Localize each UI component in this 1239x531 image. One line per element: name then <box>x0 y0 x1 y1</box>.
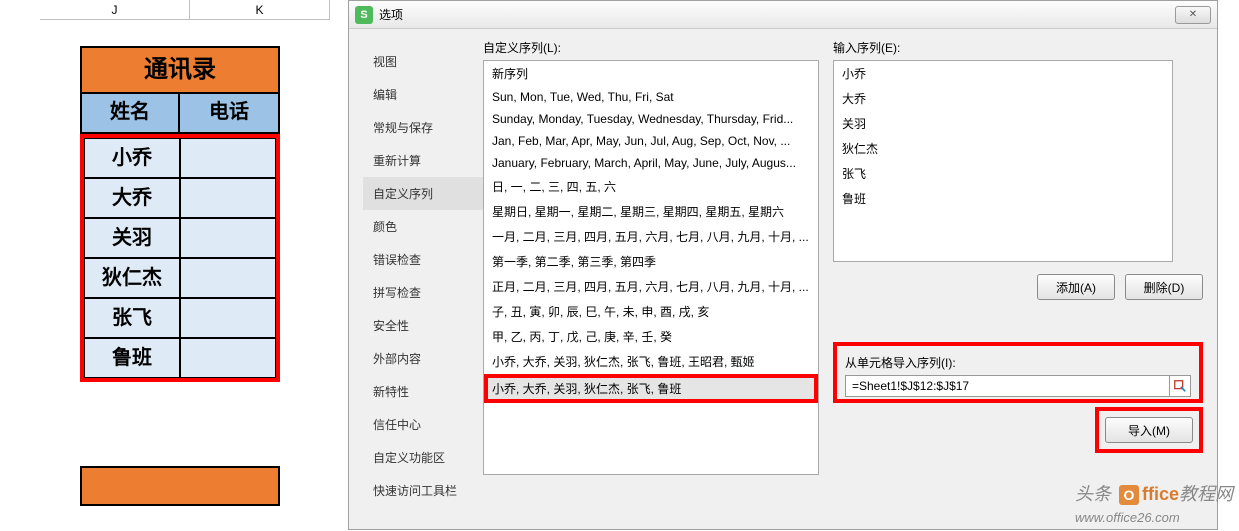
seq-item[interactable]: 大乔 <box>834 86 1172 111</box>
import-range-input[interactable] <box>845 375 1170 397</box>
phone-cell[interactable] <box>180 258 276 298</box>
phone-cell[interactable] <box>180 138 276 178</box>
import-label: 从单元格导入序列(I): <box>845 354 1191 371</box>
list-item[interactable]: January, February, March, April, May, Ju… <box>484 152 818 174</box>
list-item[interactable]: 正月, 二月, 三月, 四月, 五月, 六月, 七月, 八月, 九月, 十月, … <box>484 274 818 299</box>
header-phone[interactable]: 电话 <box>180 94 280 134</box>
input-sequence-box[interactable]: 小乔 大乔 关羽 狄仁杰 张飞 鲁班 <box>833 60 1173 262</box>
options-nav: 视图 编辑 常规与保存 重新计算 自定义序列 颜色 错误检查 拼写检查 安全性 … <box>363 39 483 519</box>
app-icon: S <box>355 6 373 24</box>
name-cell[interactable]: 大乔 <box>84 178 180 218</box>
watermark: 头条 Office教程网 www.office26.com <box>1075 480 1233 527</box>
column-headers: J K <box>40 0 330 20</box>
range-picker-icon[interactable] <box>1169 375 1191 397</box>
close-button[interactable]: ✕ <box>1175 6 1211 24</box>
list-item[interactable]: 子, 丑, 寅, 卯, 辰, 巳, 午, 未, 申, 酉, 戌, 亥 <box>484 299 818 324</box>
phone-cell[interactable] <box>180 178 276 218</box>
list-item[interactable]: 小乔, 大乔, 关羽, 狄仁杰, 张飞, 鲁班, 王昭君, 甄姬 <box>484 349 818 374</box>
list-item[interactable]: 甲, 乙, 丙, 丁, 戊, 己, 庚, 辛, 壬, 癸 <box>484 324 818 349</box>
list-item[interactable]: Sun, Mon, Tue, Wed, Thu, Fri, Sat <box>484 86 818 108</box>
list-item[interactable]: 新序列 <box>484 61 818 86</box>
phone-cell[interactable] <box>180 218 276 258</box>
table-fragment[interactable] <box>80 466 280 506</box>
name-cell[interactable]: 鲁班 <box>84 338 180 378</box>
import-button[interactable]: 导入(M) <box>1105 417 1193 443</box>
nav-recalc[interactable]: 重新计算 <box>363 144 483 177</box>
list-item[interactable]: Jan, Feb, Mar, Apr, May, Jun, Jul, Aug, … <box>484 130 818 152</box>
nav-edit[interactable]: 编辑 <box>363 78 483 111</box>
nav-external[interactable]: 外部内容 <box>363 342 483 375</box>
seq-item[interactable]: 鲁班 <box>834 186 1172 211</box>
name-cell[interactable]: 小乔 <box>84 138 180 178</box>
list-item[interactable]: 星期日, 星期一, 星期二, 星期三, 星期四, 星期五, 星期六 <box>484 199 818 224</box>
seq-item[interactable]: 关羽 <box>834 111 1172 136</box>
seq-item[interactable]: 狄仁杰 <box>834 136 1172 161</box>
nav-trust-center[interactable]: 信任中心 <box>363 408 483 441</box>
contacts-table: 通讯录 姓名 电话 小乔 大乔 关羽 狄仁杰 张飞 鲁班 <box>80 46 280 382</box>
name-cell[interactable]: 狄仁杰 <box>84 258 180 298</box>
name-cell[interactable]: 关羽 <box>84 218 180 258</box>
nav-view[interactable]: 视图 <box>363 45 483 78</box>
col-header-j[interactable]: J <box>40 0 190 20</box>
delete-button[interactable]: 删除(D) <box>1125 274 1203 300</box>
phone-cell[interactable] <box>180 298 276 338</box>
seq-item[interactable]: 张飞 <box>834 161 1172 186</box>
logo-icon: O <box>1119 485 1139 505</box>
col-header-k[interactable]: K <box>190 0 330 20</box>
list-item[interactable]: 日, 一, 二, 三, 四, 五, 六 <box>484 174 818 199</box>
table-body-selection: 小乔 大乔 关羽 狄仁杰 张飞 鲁班 <box>80 134 280 382</box>
options-dialog: S 选项 ✕ 视图 编辑 常规与保存 重新计算 自定义序列 颜色 错误检查 拼写… <box>348 0 1218 530</box>
nav-custom-list[interactable]: 自定义序列 <box>363 177 483 210</box>
nav-error-check[interactable]: 错误检查 <box>363 243 483 276</box>
list-item-selected[interactable]: 小乔, 大乔, 关羽, 狄仁杰, 张飞, 鲁班 <box>484 374 818 403</box>
header-name[interactable]: 姓名 <box>80 94 180 134</box>
nav-security[interactable]: 安全性 <box>363 309 483 342</box>
seq-item[interactable]: 小乔 <box>834 61 1172 86</box>
nav-spell-check[interactable]: 拼写检查 <box>363 276 483 309</box>
custom-list-label: 自定义序列(L): <box>483 39 819 56</box>
nav-new-feature[interactable]: 新特性 <box>363 375 483 408</box>
list-item[interactable]: Sunday, Monday, Tuesday, Wednesday, Thur… <box>484 108 818 130</box>
table-title[interactable]: 通讯录 <box>80 46 280 94</box>
nav-color[interactable]: 颜色 <box>363 210 483 243</box>
name-cell[interactable]: 张飞 <box>84 298 180 338</box>
dialog-title-text: 选项 <box>379 6 403 23</box>
nav-custom-func[interactable]: 自定义功能区 <box>363 441 483 474</box>
dialog-titlebar[interactable]: S 选项 ✕ <box>349 1 1217 29</box>
import-button-highlight: 导入(M) <box>1095 407 1203 453</box>
phone-cell[interactable] <box>180 338 276 378</box>
list-item[interactable]: 第一季, 第二季, 第三季, 第四季 <box>484 249 818 274</box>
import-panel: 从单元格导入序列(I): <box>833 342 1203 403</box>
nav-quick-access[interactable]: 快速访问工具栏 <box>363 474 483 507</box>
custom-lists-listbox[interactable]: 新序列 Sun, Mon, Tue, Wed, Thu, Fri, Sat Su… <box>483 60 819 475</box>
nav-general-save[interactable]: 常规与保存 <box>363 111 483 144</box>
spreadsheet-area: J K 通讯录 姓名 电话 小乔 大乔 关羽 狄仁杰 张飞 鲁班 <box>0 0 348 531</box>
list-item[interactable]: 一月, 二月, 三月, 四月, 五月, 六月, 七月, 八月, 九月, 十月, … <box>484 224 818 249</box>
input-seq-label: 输入序列(E): <box>833 39 1203 56</box>
add-button[interactable]: 添加(A) <box>1037 274 1115 300</box>
